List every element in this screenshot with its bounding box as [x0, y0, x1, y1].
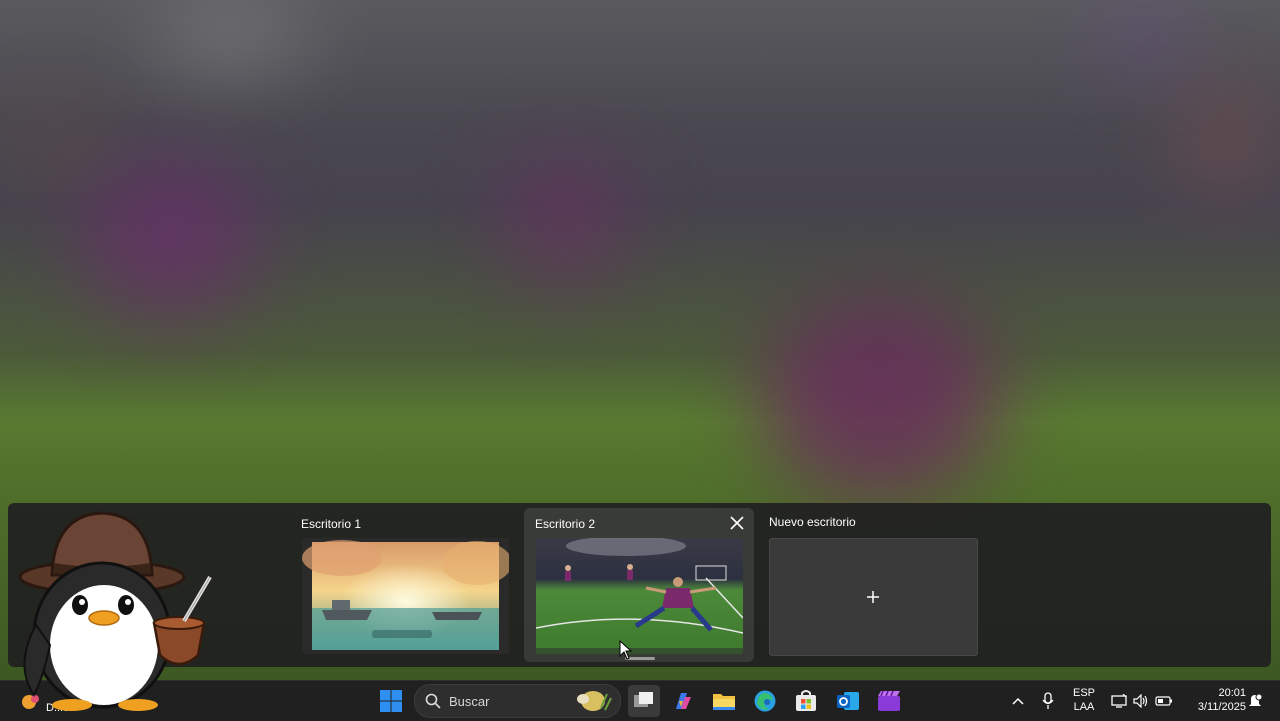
close-icon[interactable] — [728, 514, 746, 532]
clipchamp-icon[interactable] — [873, 685, 905, 717]
store-icon[interactable] — [790, 685, 822, 717]
volume-icon[interactable] — [1130, 685, 1152, 717]
microphone-icon[interactable] — [1034, 685, 1062, 717]
keyboard-layout: LAA — [1073, 701, 1095, 713]
search-placeholder: Buscar — [449, 694, 490, 709]
windows-start-icon[interactable] — [375, 685, 407, 717]
language-indicator[interactable]: ESP LAA — [1068, 686, 1100, 714]
network-icon[interactable] — [1108, 685, 1130, 717]
folder-icon[interactable] — [708, 685, 740, 717]
clock-date: 3/11/2025 — [1197, 701, 1246, 713]
new-desktop-button[interactable] — [769, 538, 978, 656]
desktop-2-thumbnail[interactable] — [536, 538, 743, 654]
outlook-icon[interactable] — [832, 685, 864, 717]
edge-icon[interactable] — [749, 685, 781, 717]
battery-icon[interactable] — [1153, 685, 1175, 717]
chevron-up-icon[interactable] — [1003, 685, 1033, 717]
desktop-1-label: Escritorio 1 — [301, 517, 362, 531]
search-icon — [425, 693, 441, 709]
desktop-1-thumbnail[interactable] — [302, 538, 509, 654]
desktop-2-label: Escritorio 2 — [535, 517, 596, 531]
search-highlight-icon[interactable] — [569, 688, 613, 714]
new-desktop-label: Nuevo escritorio — [769, 515, 856, 529]
copilot-icon[interactable] — [667, 685, 699, 717]
football-celebration-wallpaper — [536, 538, 743, 654]
sunset-sea-ships-wallpaper — [302, 538, 509, 654]
language-code: ESP — [1072, 687, 1095, 699]
clock-time: 20:01 — [1218, 687, 1246, 699]
notification-icon[interactable] — [1246, 685, 1264, 717]
clock[interactable]: 20:01 3/11/2025 — [1180, 686, 1246, 714]
task-view-icon[interactable] — [628, 685, 660, 717]
search-box[interactable]: Buscar — [414, 684, 621, 718]
mouse-cursor-icon — [619, 639, 633, 660]
plus-icon — [864, 588, 882, 606]
penguin-mascot[interactable] — [14, 505, 214, 713]
